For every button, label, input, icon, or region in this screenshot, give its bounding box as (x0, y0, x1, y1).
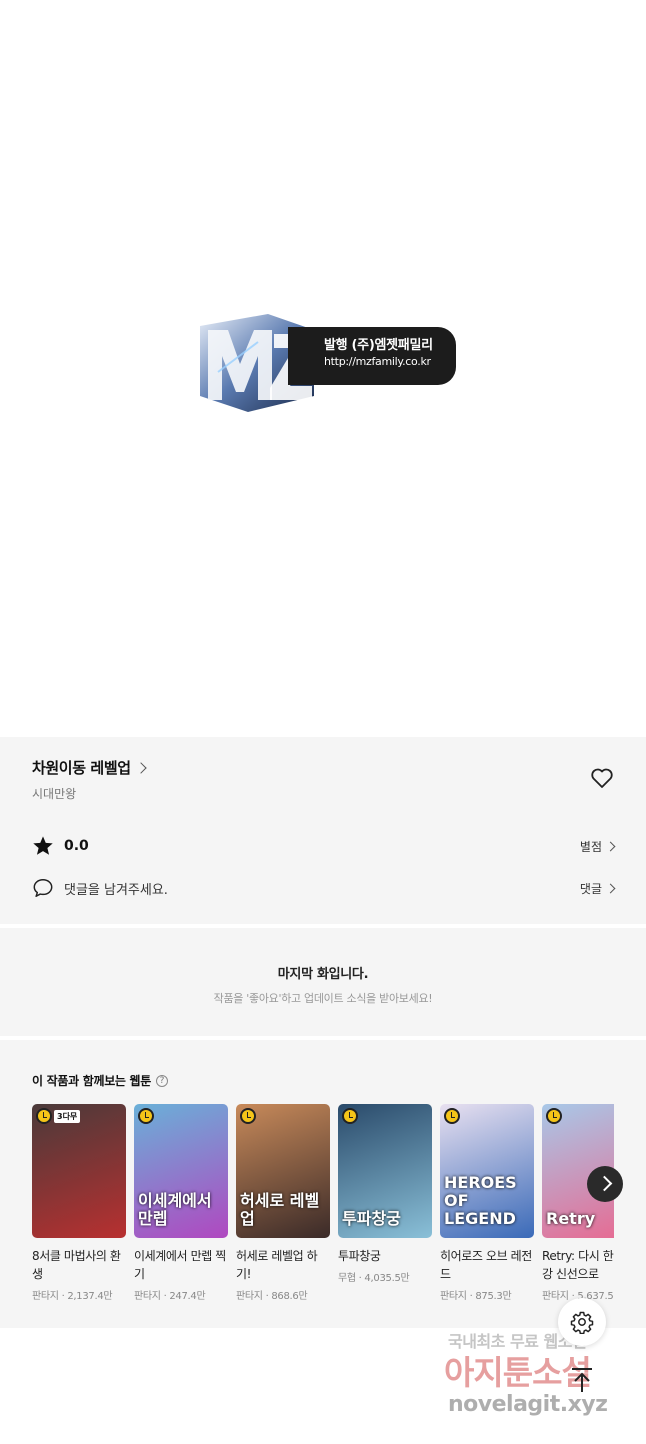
card-thumbnail: HEROES OF LEGEND (440, 1104, 534, 1238)
publisher-logo: 발행 (주)엠젯패밀리 http://mzfamily.co.kr (198, 312, 460, 416)
recommendation-card[interactable]: HEROES OF LEGEND 히어로즈 오브 레전드판타지 · 875.3만 (440, 1104, 534, 1302)
work-title: 차원이동 레벨업 (32, 759, 131, 777)
comment-link[interactable]: 댓글 (579, 880, 616, 897)
star-icon (33, 836, 53, 855)
last-episode-notice: 마지막 화입니다. 작품을 '좋아요'하고 업데이트 소식을 받아보세요! (0, 928, 646, 1036)
card-meta: 판타지 · 2,137.4만 (32, 1291, 113, 1302)
chevron-right-icon (605, 883, 616, 893)
clock-icon (342, 1108, 358, 1124)
carousel-next-button[interactable] (587, 1166, 623, 1202)
recommendation-carousel: 3다무 8서클 마법사의 환생 판타지 · 2,137.4만 이세계에서 만렙 이세계에… (32, 1104, 614, 1314)
recommendation-card[interactable]: 이세계에서 만렙이세계에서 만렙 찍기판타지 · 247.4만 (134, 1104, 228, 1302)
work-author: 시대만왕 (32, 787, 77, 801)
recommendation-card[interactable]: 투파창궁 투파창궁 무협 · 4,035.5만 (338, 1104, 432, 1284)
card-title: 히어로즈 오브 레전드 (440, 1249, 532, 1281)
recommendations-header: 이 작품과 함께보는 웹툰 ? (32, 1072, 169, 1089)
rating-link-label: 별점 (579, 839, 602, 854)
card-thumbnail: 허세로 레벨업 (236, 1104, 330, 1238)
recommendation-card[interactable]: 3다무 8서클 마법사의 환생판타지 · 2,137.4만 (32, 1104, 126, 1302)
card-thumb-title: 이세계에서 만렙 (138, 1191, 212, 1228)
card-meta: 판타지 · 868.6만 (236, 1291, 308, 1302)
recommendation-card[interactable]: RetryRetry: 다시 한 최강 신선으로판타지 · 5,637.5만 (542, 1104, 614, 1302)
viewer-page: 발행 (주)엠젯패밀리 http://mzfamily.co.kr 차원이동 레… (0, 0, 646, 1444)
chevron-right-icon (134, 761, 147, 774)
gear-icon (570, 1311, 594, 1334)
card-thumb-title: 투파창궁 (342, 1209, 401, 1228)
recommendations-heading: 이 작품과 함께보는 웹툰 (32, 1074, 152, 1088)
chevron-right-icon (605, 841, 616, 851)
publisher-page: 발행 (주)엠젯패밀리 http://mzfamily.co.kr (0, 0, 646, 737)
card-meta: 무협 · 4,035.5만 (338, 1273, 410, 1284)
recommendation-card[interactable]: 허세로 레벨업허세로 레벨업 하기! 판타지 · 868.6만 (236, 1104, 330, 1302)
last-episode-title: 마지막 화입니다. (277, 967, 369, 982)
clock-icon (444, 1108, 460, 1124)
comment-link-label: 댓글 (579, 881, 602, 896)
clock-icon (138, 1108, 154, 1124)
card-thumb-title: 허세로 레벨업 (240, 1191, 320, 1228)
last-episode-subtitle: 작품을 '좋아요'하고 업데이트 소식을 받아보세요! (213, 992, 433, 1005)
card-thumb-title: HEROES OF LEGEND (444, 1173, 517, 1228)
work-title-link[interactable]: 차원이동 레벨업 (32, 757, 147, 778)
heart-icon[interactable] (590, 767, 614, 789)
rating-value: 0.0 (64, 838, 89, 854)
card-title: 이세계에서 만렙 찍기 (134, 1249, 226, 1281)
rating-row: 0.0 별점 (32, 835, 616, 857)
card-thumbnail: 3다무 (32, 1104, 126, 1238)
comment-prompt: 댓글을 남겨주세요. (64, 882, 168, 898)
recommendations-section: 이 작품과 함께보는 웹툰 ? 3다무 8서클 마법사의 환생판타지 · 2,13… (0, 1040, 646, 1328)
clock-icon (240, 1108, 256, 1124)
card-title: 투파창궁 (338, 1249, 381, 1263)
arrow-up-icon[interactable] (566, 1364, 598, 1396)
card-title: 허세로 레벨업 하기! (236, 1249, 318, 1281)
publisher-label: 발행 (주)엠젯패밀리 http://mzfamily.co.kr (288, 327, 456, 385)
work-info-panel: 차원이동 레벨업 시대만왕 0.0 별점 댓글을 남겨주세요. 댓글 (0, 737, 646, 924)
publisher-url: http://mzfamily.co.kr (324, 355, 431, 368)
rating-link[interactable]: 별점 (579, 838, 616, 855)
card-thumb-title: Retry (546, 1209, 596, 1228)
card-thumbnail: 이세계에서 만렙 (134, 1104, 228, 1238)
clock-icon (36, 1108, 52, 1124)
card-thumbnail: 투파창궁 (338, 1104, 432, 1238)
help-icon[interactable]: ? (156, 1074, 169, 1087)
site-watermark: 국내최초 무료 웹소설 아지툰소설 novelagit.xyz (444, 1328, 644, 1428)
card-meta: 판타지 · 875.3만 (440, 1291, 512, 1302)
card-badge: 3다무 (54, 1110, 81, 1123)
card-meta: 판타지 · 247.4만 (134, 1291, 206, 1302)
comment-row[interactable]: 댓글을 남겨주세요. 댓글 (32, 877, 616, 899)
clock-icon (546, 1108, 562, 1124)
card-title: 8서클 마법사의 환생 (32, 1249, 121, 1281)
comment-icon (33, 879, 53, 897)
publisher-name: 발행 (주)엠젯패밀리 (324, 338, 433, 353)
card-title: Retry: 다시 한 최강 신선으로 (542, 1249, 614, 1281)
settings-button[interactable] (558, 1298, 606, 1346)
